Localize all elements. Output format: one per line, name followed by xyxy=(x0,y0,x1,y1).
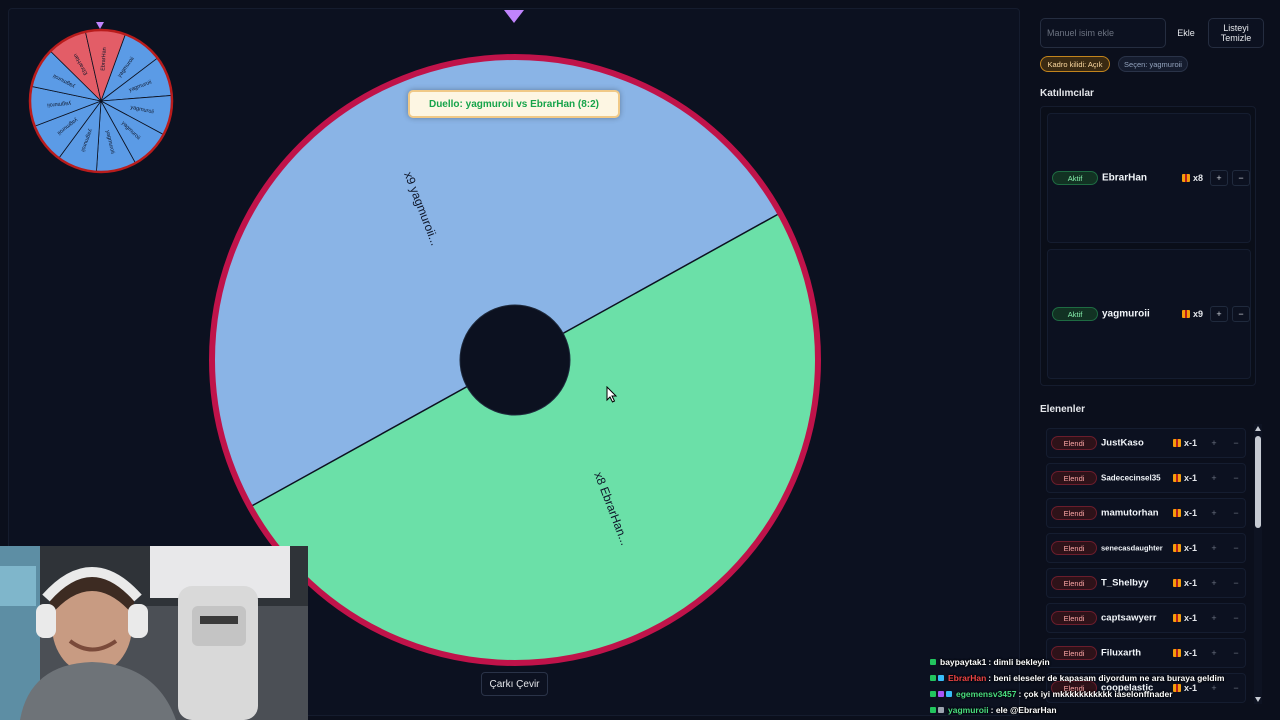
duel-banner: Duello: yagmuroii vs EbrarHan (8:2) xyxy=(408,90,620,118)
chat-badge-icon xyxy=(938,675,944,681)
wheel-pointer xyxy=(504,10,524,23)
chat-username: egemensv3457 xyxy=(956,689,1017,699)
mouse-cursor-icon xyxy=(606,386,618,403)
increment-button[interactable]: + xyxy=(1210,306,1228,322)
participant-name: Sadececinsel35 xyxy=(1101,473,1161,483)
roster-lock-badge[interactable]: Kadro kilidi: Açık xyxy=(1040,56,1110,72)
chat-message: EbrarHan: beni eleseler de kapasam diyor… xyxy=(930,670,1280,686)
eliminated-row: Elendi captsawyerr x-1 + − xyxy=(1046,603,1246,633)
decrement-button[interactable]: − xyxy=(1232,306,1250,322)
participant-name: T_Shelbyy xyxy=(1101,577,1149,589)
eliminated-row: Elendi mamutorhan x-1 + − xyxy=(1046,498,1246,528)
side-panel: Ekle Listeyi Temizle Kadro kilidi: Açık … xyxy=(1030,8,1270,718)
scroll-thumb[interactable] xyxy=(1255,436,1261,528)
wheel-hub xyxy=(459,304,571,416)
clear-list-button[interactable]: Listeyi Temizle xyxy=(1208,18,1264,48)
decrement-button[interactable]: − xyxy=(1227,505,1245,521)
ticket-count: x-1 xyxy=(1173,613,1197,623)
chat-badge-icon xyxy=(946,691,952,697)
increment-button[interactable]: + xyxy=(1205,540,1223,556)
chat-text: : beni eleseler de kapasam diyordum ne a… xyxy=(988,673,1225,683)
status-badge: Elendi xyxy=(1051,506,1097,520)
participant-name: JustKaso xyxy=(1101,437,1144,449)
participant-name: mamutorhan xyxy=(1101,507,1159,519)
status-badge: Elendi xyxy=(1051,541,1097,555)
eliminated-title: Elenenler xyxy=(1040,404,1086,415)
gift-icon xyxy=(1173,579,1181,587)
mini-wheel-pointer xyxy=(96,22,104,29)
increment-button[interactable]: + xyxy=(1205,575,1223,591)
ticket-count: x8 xyxy=(1182,173,1203,183)
ticket-count: x-1 xyxy=(1173,543,1197,553)
eliminated-row: Elendi T_Shelbyy x-1 + − xyxy=(1046,568,1246,598)
add-name-button[interactable]: Ekle xyxy=(1172,18,1200,48)
mini-wheel: yagmuroiiyagmuroiiyagmuroiiyagmuroiiyagm… xyxy=(28,28,174,174)
chat-badge-icon xyxy=(930,707,936,713)
increment-button[interactable]: + xyxy=(1205,470,1223,486)
ticket-count: x-1 xyxy=(1173,578,1197,588)
participants-title: Katılımcılar xyxy=(1040,88,1094,99)
chat-message: baypaytak1: dimli bekleyin xyxy=(930,654,1280,670)
chat-text: : ele @EbrarHan xyxy=(990,705,1057,715)
chat-badge-icon xyxy=(930,691,936,697)
decrement-button[interactable]: − xyxy=(1227,610,1245,626)
manual-name-input[interactable] xyxy=(1040,18,1166,48)
gift-icon xyxy=(1173,439,1181,447)
status-badge: Elendi xyxy=(1051,611,1097,625)
chat-username: EbrarHan xyxy=(948,673,987,683)
eliminated-row: Elendi Sadececinsel35 x-1 + − xyxy=(1046,463,1246,493)
ticket-count: x-1 xyxy=(1173,438,1197,448)
eliminated-row: Elendi senecasdaughter x-1 + − xyxy=(1046,533,1246,563)
gift-icon xyxy=(1182,310,1190,318)
chat-username: yagmuroii xyxy=(948,705,989,715)
chooser-badge: Seçen: yagmuroii xyxy=(1118,56,1188,72)
gift-icon xyxy=(1182,174,1190,182)
chat-badge-icon xyxy=(930,675,936,681)
ticket-count: x-1 xyxy=(1173,508,1197,518)
chat-message: egemensv3457: çok iyi mkkkkkkkkkkk iasel… xyxy=(930,686,1280,702)
ticket-count: x-1 xyxy=(1173,473,1197,483)
participant-row: Aktif yagmuroii x9 + − xyxy=(1047,249,1251,379)
gift-icon xyxy=(1173,509,1181,517)
eliminated-row: Elendi JustKaso x-1 + − xyxy=(1046,428,1246,458)
chat-message: yagmuroii: ele @EbrarHan xyxy=(930,702,1280,718)
increment-button[interactable]: + xyxy=(1205,610,1223,626)
gift-icon xyxy=(1173,614,1181,622)
decrement-button[interactable]: − xyxy=(1227,435,1245,451)
chat-badge-icon xyxy=(930,659,936,665)
chat-badge-icon xyxy=(938,691,944,697)
webcam-overlay xyxy=(0,546,308,720)
participants-list: Aktif EbrarHan x8 + − Aktif yagmuroii x9… xyxy=(1040,106,1256,386)
spin-wheel-button[interactable]: Çarkı Çevir xyxy=(481,672,548,696)
gift-icon xyxy=(1173,474,1181,482)
status-badge: Aktif xyxy=(1052,307,1098,321)
status-badge: Elendi xyxy=(1051,576,1097,590)
increment-button[interactable]: + xyxy=(1210,170,1228,186)
decrement-button[interactable]: − xyxy=(1227,540,1245,556)
status-badge: Elendi xyxy=(1051,436,1097,450)
decrement-button[interactable]: − xyxy=(1227,575,1245,591)
decrement-button[interactable]: − xyxy=(1227,470,1245,486)
participant-name: EbrarHan xyxy=(1102,172,1148,184)
chat-overlay: baypaytak1: dimli bekleyin EbrarHan: ben… xyxy=(930,654,1280,718)
ticket-count: x9 xyxy=(1182,309,1203,319)
chat-text: : çok iyi mkkkkkkkkkkk iaselonffnader xyxy=(1018,689,1173,699)
chat-username: baypaytak1 xyxy=(940,657,987,667)
gift-icon xyxy=(1173,544,1181,552)
chat-text: : dimli bekleyin xyxy=(988,657,1050,667)
participant-name: yagmuroii xyxy=(1102,308,1150,320)
status-badge: Elendi xyxy=(1051,471,1097,485)
participant-name: captsawyerr xyxy=(1101,612,1157,624)
decrement-button[interactable]: − xyxy=(1232,170,1250,186)
chat-badge-icon xyxy=(938,707,944,713)
status-badge: Aktif xyxy=(1052,171,1098,185)
participant-name: senecasdaughter xyxy=(1101,543,1163,553)
participant-row: Aktif EbrarHan x8 + − xyxy=(1047,113,1251,243)
increment-button[interactable]: + xyxy=(1205,435,1223,451)
increment-button[interactable]: + xyxy=(1205,505,1223,521)
scroll-up-icon[interactable] xyxy=(1255,426,1261,431)
